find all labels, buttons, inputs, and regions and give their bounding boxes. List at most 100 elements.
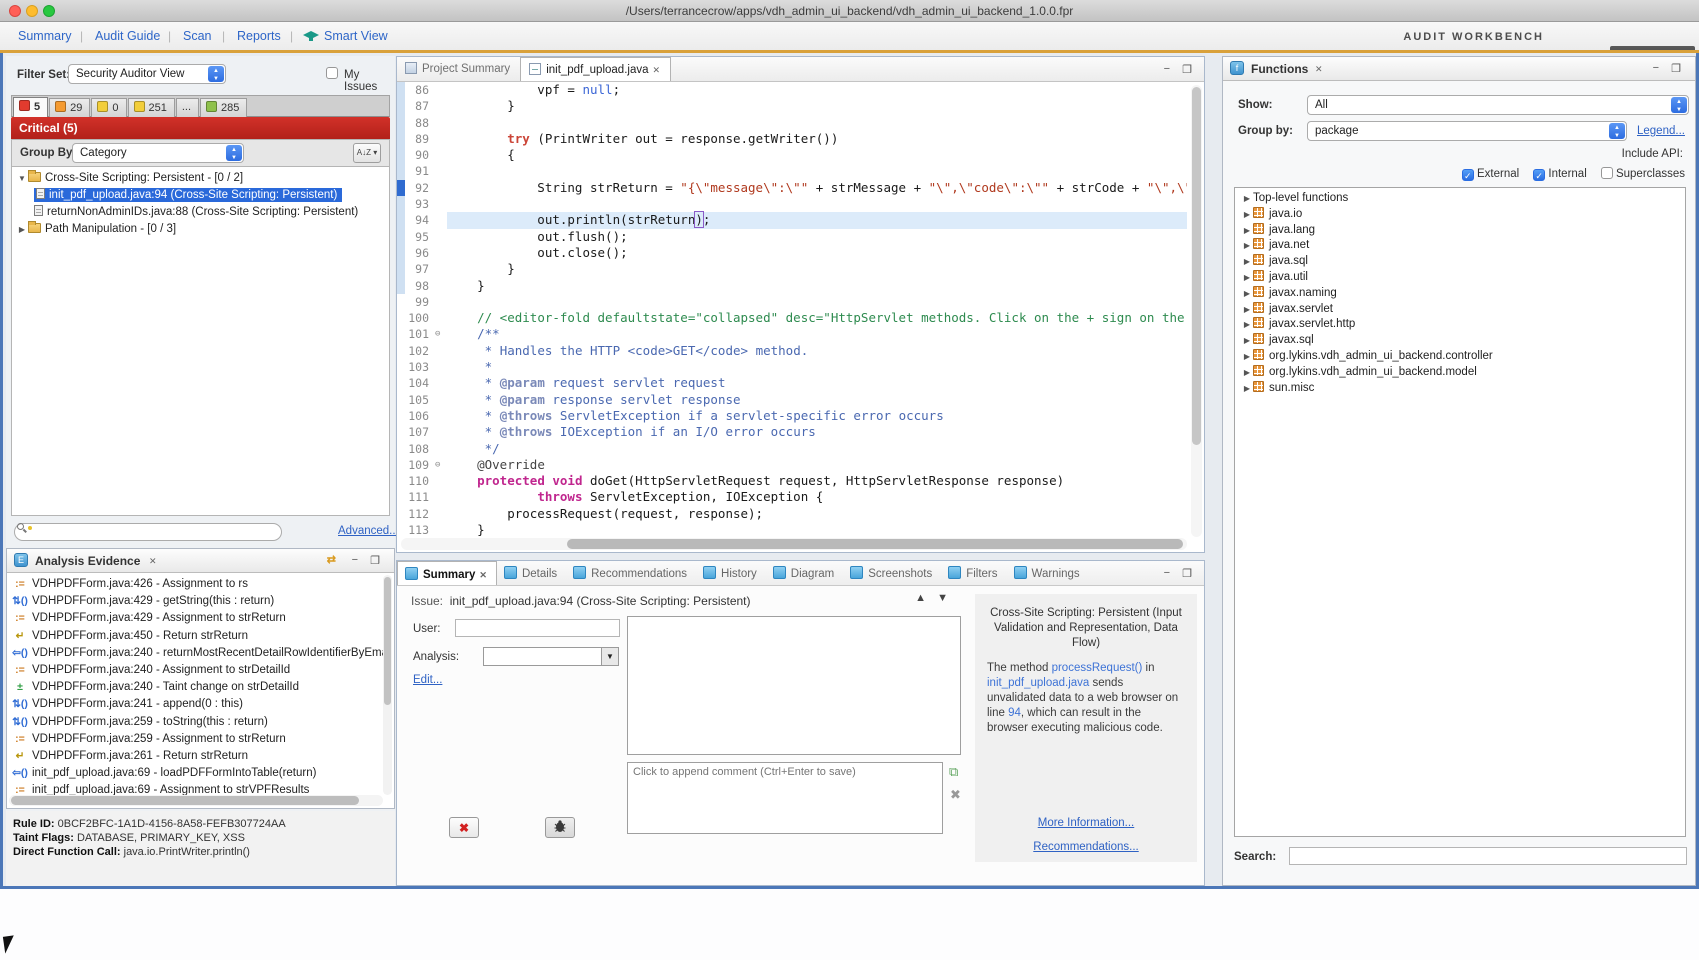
close-tab-icon[interactable]: ✕ <box>653 65 661 75</box>
evidence-item[interactable]: ⇦()VDHPDFForm.java:240 - returnMostRecen… <box>8 645 383 662</box>
package-tree-item[interactable]: ▶org.lykins.vdh_admin_ui_backend.control… <box>1235 349 1685 365</box>
chevron-right-icon[interactable]: ▶ <box>1241 317 1253 333</box>
tab-screenshots[interactable]: Screenshots <box>843 561 941 585</box>
evidence-item[interactable]: :=VDHPDFForm.java:240 - Assignment to st… <box>8 662 383 679</box>
chevron-right-icon[interactable]: ▶ <box>1241 302 1253 318</box>
issue-search-input[interactable] <box>14 523 282 541</box>
edit-link[interactable]: Edit... <box>413 674 442 686</box>
scrollbar-thumb[interactable] <box>1192 87 1201 445</box>
severity-tab[interactable]: ... <box>176 98 199 117</box>
chevron-right-icon[interactable]: ▶ <box>1241 254 1253 270</box>
package-tree-item[interactable]: ▶java.io <box>1235 207 1685 223</box>
minimize-panel-icon[interactable]: − <box>1653 62 1659 74</box>
scrollbar-thumb[interactable] <box>567 539 1183 549</box>
package-tree-item[interactable]: ▶Top-level functions <box>1235 191 1685 207</box>
recommendations-link[interactable]: Recommendations... <box>1033 841 1138 853</box>
menu-smart-view[interactable]: Smart View <box>324 29 388 43</box>
scrollbar-thumb[interactable] <box>384 577 391 705</box>
editor-horizontal-scrollbar[interactable] <box>401 538 1187 550</box>
menu-summary[interactable]: Summary <box>18 29 71 43</box>
issue-tree-item[interactable]: init_pdf_upload.java:94 (Cross-Site Scri… <box>12 187 389 204</box>
tab-warnings[interactable]: Warnings <box>1007 561 1089 585</box>
chevron-right-icon[interactable]: ▶ <box>1241 286 1253 302</box>
functions-search-input[interactable] <box>1289 847 1687 865</box>
maximize-panel-icon[interactable]: ❐ <box>1671 62 1681 75</box>
analysis-evidence-list[interactable]: :=VDHPDFForm.java:426 - Assignment to rs… <box>8 574 383 796</box>
functions-group-select[interactable]: package ▲▼ <box>1307 121 1627 141</box>
sort-button[interactable]: A↓Z ▾ <box>353 143 381 163</box>
evidence-vertical-scrollbar[interactable] <box>383 575 392 795</box>
package-tree-item[interactable]: ▶javax.servlet.http <box>1235 317 1685 333</box>
api-check-external[interactable]: ✓ External <box>1462 168 1519 180</box>
chevron-right-icon[interactable]: ▶ <box>16 221 28 238</box>
show-select[interactable]: All ▲▼ <box>1307 95 1689 115</box>
chevron-down-icon[interactable]: ▼ <box>16 170 28 187</box>
checked-checkbox[interactable]: ✓ <box>1533 169 1545 181</box>
code-area[interactable]: 86 vpf = null;87 }88 89 try (PrintWriter… <box>397 82 1187 536</box>
evidence-item[interactable]: ±VDHPDFForm.java:240 - Taint change on s… <box>8 679 383 696</box>
chevron-right-icon[interactable]: ▶ <box>1241 207 1253 223</box>
editor-tab[interactable]: init_pdf_upload.java✕ <box>520 57 671 81</box>
package-tree-item[interactable]: ▶sun.misc <box>1235 381 1685 397</box>
filter-set-select[interactable]: Security Auditor View ▲▼ <box>68 64 226 84</box>
package-tree-item[interactable]: ▶javax.servlet <box>1235 302 1685 318</box>
severity-tab[interactable]: 285 <box>200 98 247 117</box>
evidence-item[interactable]: :=VDHPDFForm.java:259 - Assignment to st… <box>8 731 383 748</box>
close-icon[interactable]: ✕ <box>1315 64 1323 75</box>
scrollbar-thumb[interactable] <box>11 796 359 805</box>
severity-tab[interactable]: 5 <box>13 97 48 117</box>
chevron-right-icon[interactable]: ▶ <box>1241 349 1253 365</box>
maximize-panel-icon[interactable]: ❐ <box>1182 567 1192 580</box>
fold-marker-icon[interactable]: ⊖ <box>435 457 447 473</box>
tab-recommendations[interactable]: Recommendations <box>566 561 696 585</box>
evidence-item[interactable]: :=VDHPDFForm.java:429 - Assignment to st… <box>8 610 383 627</box>
package-tree-item[interactable]: ▶javax.sql <box>1235 333 1685 349</box>
package-tree-item[interactable]: ▶java.util <box>1235 270 1685 286</box>
legend-link[interactable]: Legend... <box>1637 125 1685 137</box>
chevron-right-icon[interactable]: ▶ <box>1241 365 1253 381</box>
minimize-panel-icon[interactable]: − <box>352 554 358 566</box>
evidence-item[interactable]: ⇅()VDHPDFForm.java:241 - append(0 : this… <box>8 696 383 713</box>
tab-details[interactable]: Details <box>497 561 566 585</box>
evidence-trace-icon[interactable]: ⇄ <box>327 553 336 566</box>
evidence-item[interactable]: ↵VDHPDFForm.java:450 - Return strReturn <box>8 628 383 645</box>
minimize-panel-icon[interactable]: − <box>1164 63 1170 75</box>
issue-tree[interactable]: ▼Cross-Site Scripting: Persistent - [0 /… <box>11 166 390 516</box>
previous-issue-button[interactable]: ▲ <box>915 592 926 604</box>
fold-marker-icon[interactable]: ⊖ <box>435 326 447 342</box>
more-information-link[interactable]: More Information... <box>1038 817 1135 829</box>
description-link[interactable]: 94 <box>1008 707 1021 719</box>
issue-tree-folder[interactable]: ▶Path Manipulation - [0 / 3] <box>12 221 389 238</box>
checked-checkbox[interactable]: ✓ <box>1462 169 1474 181</box>
chevron-right-icon[interactable]: ▶ <box>1241 223 1253 239</box>
description-link[interactable]: processRequest() <box>1052 662 1143 674</box>
chevron-right-icon[interactable]: ▶ <box>1241 270 1253 286</box>
package-tree-item[interactable]: ▶org.lykins.vdh_admin_ui_backend.model <box>1235 365 1685 381</box>
user-input[interactable] <box>455 619 620 637</box>
package-tree-item[interactable]: ▶javax.naming <box>1235 286 1685 302</box>
group-by-select[interactable]: Category ▲▼ <box>72 143 244 163</box>
comment-input[interactable] <box>627 762 943 834</box>
evidence-item[interactable]: ↵VDHPDFForm.java:261 - Return strReturn <box>8 748 383 765</box>
tab-summary[interactable]: Summary✕ <box>397 561 497 585</box>
menu-audit-guide[interactable]: Audit Guide <box>95 29 160 43</box>
description-link[interactable]: init_pdf_upload.java <box>987 677 1089 689</box>
maximize-panel-icon[interactable]: ❐ <box>370 554 380 567</box>
evidence-item[interactable]: ⇦()init_pdf_upload.java:69 - loadPDFForm… <box>8 765 383 782</box>
next-issue-button[interactable]: ▼ <box>937 592 948 604</box>
comment-history-box[interactable] <box>627 616 961 755</box>
unchecked-checkbox[interactable] <box>1601 167 1613 179</box>
advanced-search-link[interactable]: Advanced... <box>338 525 399 537</box>
menu-reports[interactable]: Reports <box>237 29 281 43</box>
tab-history[interactable]: History <box>696 561 766 585</box>
menu-scan[interactable]: Scan <box>183 29 212 43</box>
evidence-item[interactable]: ⇅()VDHPDFForm.java:259 - toString(this :… <box>8 714 383 731</box>
add-comment-icon[interactable]: ⧉ <box>949 764 958 780</box>
chevron-right-icon[interactable]: ▶ <box>1241 333 1253 349</box>
my-issues-checkbox[interactable] <box>326 67 338 79</box>
analysis-select[interactable]: ▼ <box>483 647 619 666</box>
evidence-horizontal-scrollbar[interactable] <box>9 795 383 806</box>
severity-tab[interactable]: 0 <box>91 98 126 117</box>
close-tab-icon[interactable]: ✕ <box>479 570 487 580</box>
chevron-right-icon[interactable]: ▶ <box>1241 381 1253 397</box>
